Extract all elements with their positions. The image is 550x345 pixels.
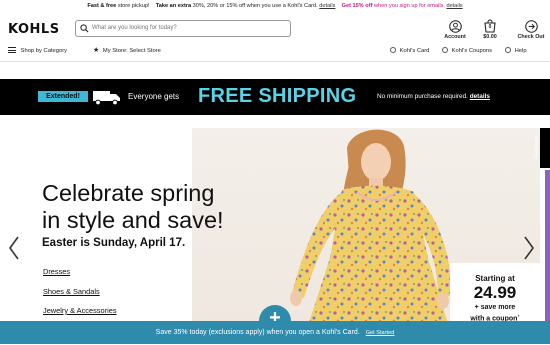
no-minimum-text: No minimum purchase required. details (377, 92, 490, 102)
hero-headline-line1: Celebrate spring (42, 180, 215, 206)
feedback-label: Feedback (533, 136, 540, 158)
hamburger-icon (8, 47, 16, 54)
no-minimum-label: No minimum purchase required. (377, 93, 468, 100)
account-label: Account (444, 34, 466, 40)
extended-badge: Extended! (38, 91, 88, 102)
promo-bar: Fast & free store pickup! Take an extra … (0, 0, 550, 12)
help-icon (505, 47, 511, 54)
everyone-gets-text: Everyone gets (128, 92, 180, 101)
chevron-right-icon (524, 236, 534, 260)
feedback-tab[interactable]: Feedback (534, 128, 550, 168)
price-callout: Starting at 24.99 + save more with a cou… (450, 263, 540, 323)
hero-headline-line2: in style and save! (42, 207, 224, 233)
search-placeholder: What are you looking for today? (92, 25, 177, 31)
carousel-prev-button[interactable] (8, 235, 20, 265)
cart-count: 0 (488, 24, 492, 30)
kohls-logo[interactable]: KOHLS (8, 22, 60, 37)
checkout-button[interactable]: Check Out (516, 20, 546, 40)
cart-total: $0.00 (483, 34, 497, 40)
jewelry-accessories-link[interactable]: Jewelry & Accessories (43, 306, 117, 315)
promo-email-rest: when you sign up for emails. (374, 3, 445, 9)
carousel-next-button[interactable] (523, 235, 535, 265)
scrollbar[interactable] (545, 170, 550, 344)
cart-button[interactable]: 0 $0.00 (475, 19, 505, 40)
search-input[interactable]: What are you looking for today? (75, 20, 291, 37)
help-link[interactable]: Help (505, 44, 527, 58)
kohls-coupons-link[interactable]: Kohl's Coupons (442, 44, 492, 58)
promo-extra-bold: Take an extra (155, 3, 192, 9)
starting-at-label: Starting at (475, 274, 515, 283)
chevron-left-icon (9, 236, 19, 260)
shop-by-category-label: Shop by Category (20, 48, 68, 54)
hero-headline: Celebrate spring in style and save! (42, 180, 224, 234)
arrow-right-circle-icon (524, 20, 538, 33)
free-shipping-headline: FREE SHIPPING (198, 85, 357, 107)
banner-details-link[interactable]: details (470, 93, 490, 100)
dresses-link[interactable]: Dresses (43, 267, 70, 276)
star-icon: ★ (93, 47, 100, 54)
kohls-card-offer-bar[interactable]: Save 35% today (exclusions apply) when y… (0, 321, 550, 344)
shop-by-category-button[interactable]: Shop by Category (8, 44, 67, 58)
search-icon (80, 24, 89, 33)
starting-price: 24.99 (473, 283, 517, 302)
checkout-label: Check Out (517, 34, 545, 40)
user-icon (448, 20, 462, 33)
my-store-button[interactable]: ★ My Store: Select Store (93, 44, 161, 58)
promo-email-bold: Get 15% off (341, 3, 373, 9)
card-icon (390, 47, 396, 54)
shoes-sandals-link[interactable]: Shoes & Sandals (43, 287, 100, 296)
save-more-label: + save more (474, 304, 516, 311)
help-label: Help (514, 48, 527, 54)
card-offer-text: Save 35% today (exclusions apply) when y… (155, 329, 360, 336)
promo-details-link[interactable]: details (319, 3, 335, 9)
get-started-link[interactable]: Get Started (366, 330, 395, 336)
coupon-icon (442, 47, 448, 54)
promo-email-details-link[interactable]: details (446, 3, 462, 9)
easter-date-text: Easter is Sunday, April 17. (42, 237, 186, 249)
my-store-label: My Store: Select Store (102, 48, 161, 54)
kohls-card-link[interactable]: Kohl's Card (390, 44, 429, 58)
header-divider (0, 61, 550, 62)
promo-free-rest: store pickup! (117, 3, 150, 9)
promo-extra-rest: 30%, 20% or 15% off when you use a Kohl'… (192, 3, 318, 9)
account-button[interactable]: Account (440, 20, 470, 40)
truck-icon (93, 91, 120, 106)
promo-free-bold: Fast & free (87, 3, 117, 9)
kohls-coupons-label: Kohl's Coupons (451, 48, 493, 54)
kohls-card-label: Kohl's Card (399, 48, 430, 54)
